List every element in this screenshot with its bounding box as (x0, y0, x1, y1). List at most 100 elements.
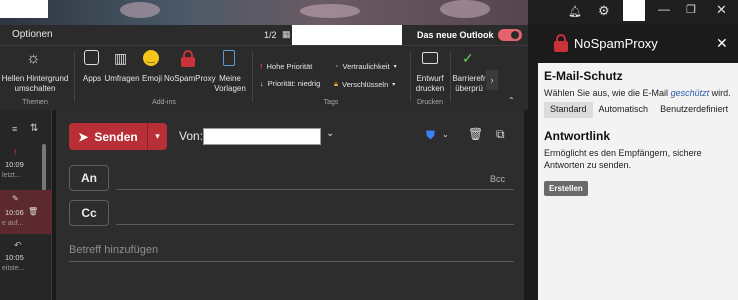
high-priority-button[interactable]: ! Hohe Priorität (260, 62, 312, 71)
ribbon-tab-row: Optionen 1/2 ▦ Das neue Outlook (0, 25, 528, 45)
filter-icon[interactable]: ≡ (12, 124, 17, 134)
send-button-group: ➤ Senden ▾ (69, 123, 167, 150)
tab-benutzerdefiniert[interactable]: Benutzerdefiniert (654, 102, 734, 118)
account-box[interactable] (623, 0, 645, 21)
chevron-down-icon: ▾ (393, 64, 397, 70)
delete-draft-icon[interactable]: 🗑︎ (468, 127, 483, 141)
bell-icon[interactable]: 🔔︎ (568, 5, 582, 18)
polls-label: Umfragen (104, 74, 140, 83)
theme-button[interactable]: ☼ Hellen Hintergrund umschalten (0, 50, 70, 94)
calendar-icon: ▦ (282, 29, 291, 39)
poll-icon: ▥ (114, 50, 128, 66)
title-white-box (292, 25, 402, 45)
email-protection-text: Wählen Sie aus, wie die E-Mail geschützt… (544, 87, 731, 99)
email-protection-heading: E-Mail-Schutz (544, 69, 623, 83)
high-priority-label: Hohe Priorität (266, 62, 313, 71)
group-addins: Add-ins (152, 99, 176, 106)
list-item-snippet: e auf... (2, 220, 24, 227)
tab-automatisch[interactable]: Automatisch (593, 102, 655, 118)
window-controls-bar: 🔔︎ ⚙ — ❐ ✕ (528, 0, 738, 25)
to-button[interactable]: An (69, 165, 109, 191)
low-priority-label: Priorität: niedrig (267, 79, 321, 88)
printer-icon (422, 52, 438, 64)
minimize-icon[interactable]: — (658, 2, 670, 16)
protection-tabs: Standard Automatisch Benutzerdefiniert (544, 102, 734, 118)
email-protection-text-before: Wählen Sie aus, wie die E-Mail (544, 88, 671, 98)
reply-link-text: Ermöglicht es den Empfängern, sichere An… (544, 148, 702, 170)
new-outlook-label: Das neue Outlook (417, 30, 494, 40)
toggle-knob (511, 31, 519, 39)
ribbon-scroll-right[interactable]: › (486, 70, 498, 90)
close-window-icon[interactable]: ✕ (716, 2, 727, 18)
polls-button[interactable]: ▥ Umfragen (104, 50, 140, 90)
email-protection-link[interactable]: geschützt (671, 88, 710, 98)
send-button[interactable]: ➤ Senden (69, 123, 147, 150)
chevron-down-icon: ▾ (392, 81, 396, 88)
nospamproxy-lock-icon (554, 34, 568, 52)
group-print: Drucken (416, 99, 444, 106)
list-item[interactable]: ↶ 10:05 eitste... (0, 238, 52, 278)
new-outlook-toggle[interactable] (498, 29, 522, 41)
print-draft-button[interactable]: Entwurf drucken (412, 50, 448, 94)
chevron-down-icon[interactable]: ⌄ (326, 128, 334, 139)
chevron-down-icon: ▾ (155, 131, 160, 141)
to-field[interactable] (116, 189, 514, 190)
close-icon[interactable]: ✕ (716, 35, 728, 52)
confidentiality-button[interactable]: ◔ Vertraulichkeit ▾ (334, 62, 397, 71)
nsp-title: NoSpamProxy (574, 36, 658, 51)
group-themes: Themen (22, 99, 48, 106)
ribbon-collapse-icon[interactable]: ⌃ (508, 96, 515, 105)
subject-underline (69, 261, 514, 262)
theme-button-label: Hellen Hintergrund umschalten (1, 74, 69, 93)
list-item-time: 10:09 (5, 160, 24, 169)
templates-icon (223, 50, 235, 66)
restore-icon[interactable]: ❐ (686, 3, 696, 16)
shield-icon[interactable]: ⛊ (426, 128, 435, 143)
cc-field[interactable] (116, 224, 514, 225)
print-draft-label: Entwurf drucken (415, 74, 445, 93)
tab-optionen[interactable]: Optionen (12, 29, 53, 40)
emoji-icon: ‿ (143, 50, 159, 66)
encrypt-label: Verschlüsseln (342, 79, 389, 89)
pin-icon[interactable]: ✎ (12, 194, 19, 203)
pop-out-icon[interactable]: ⧉ (496, 127, 505, 142)
cc-button[interactable]: Cc (69, 200, 109, 226)
compose-pane: ➤ Senden ▾ Von: ⌄ ⛊ ⌄ 🗑︎ ⧉ An Bcc Cc Bet… (56, 110, 524, 300)
gear-icon[interactable]: ⚙ (598, 3, 610, 19)
accessibility-icon: ✓ (462, 50, 474, 66)
nospamproxy-button[interactable]: NoSpamProxy (164, 50, 216, 90)
emoji-button[interactable]: ‿ Emoji (140, 50, 164, 90)
from-label: Von: (179, 129, 204, 143)
list-item[interactable]: ! 10:09 letzt... (0, 148, 52, 184)
my-templates-button[interactable]: Meine Vorlagen (212, 50, 248, 94)
mail-list: ≡ ⇅ ! 10:09 letzt... ✎ 🗑︎ 10:06 e auf...… (0, 110, 52, 300)
nospamproxy-label: NoSpamProxy (164, 74, 216, 83)
exclamation-icon: ! (260, 62, 263, 71)
chevron-down-icon[interactable]: ⌄ (442, 130, 449, 139)
encrypt-button[interactable]: 🔒︎ Verschlüsseln ▾ (334, 79, 395, 89)
list-item-time: 10:06 (5, 208, 24, 217)
bcc-button[interactable]: Bcc (490, 174, 505, 184)
sort-icon[interactable]: ⇅ (30, 123, 38, 134)
confidentiality-label: Vertraulichkeit (342, 62, 390, 71)
create-button[interactable]: Erstellen (544, 181, 588, 196)
titlebar-white-box (0, 0, 48, 18)
accessibility-button[interactable]: ✓ Barrierefr überprü (452, 50, 486, 94)
tab-standard[interactable]: Standard (544, 102, 593, 118)
apps-icon (84, 50, 99, 65)
reply-link-heading: Antwortlink (544, 129, 610, 143)
subject-input[interactable]: Betreff hinzufügen (69, 244, 158, 256)
divider (252, 52, 253, 102)
delete-icon[interactable]: 🗑︎ (28, 207, 38, 216)
window-titlebar (0, 0, 538, 25)
sun-icon: ☼ (26, 50, 41, 67)
list-item-snippet: eitste... (2, 265, 25, 272)
nospamproxy-lock-icon (181, 50, 195, 67)
apps-button[interactable]: Apps (80, 50, 104, 90)
group-tags: Tags (323, 99, 339, 106)
from-field[interactable] (203, 128, 321, 145)
list-item[interactable]: ✎ 🗑︎ 10:06 e auf... (0, 190, 52, 234)
divider (410, 52, 411, 102)
low-priority-button[interactable]: ↓ Priorität: niedrig (260, 79, 320, 88)
send-options-button[interactable]: ▾ (147, 123, 167, 150)
